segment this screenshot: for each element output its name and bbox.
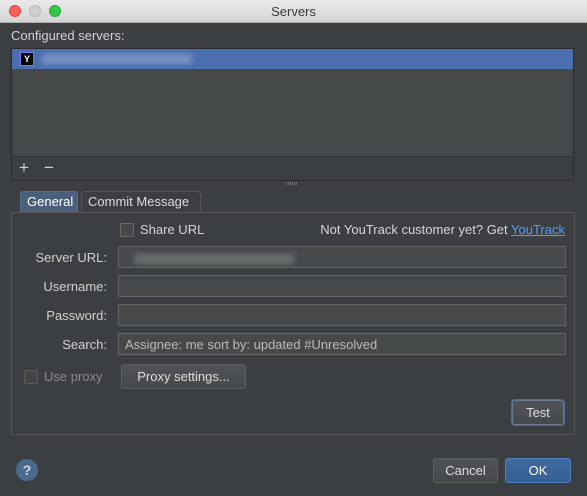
tab-general[interactable]: General: [20, 191, 78, 212]
tab-commit-message[interactable]: Commit Message: [81, 191, 201, 212]
test-button[interactable]: Test: [512, 400, 564, 425]
share-url-label[interactable]: Share URL: [140, 222, 204, 237]
proxy-settings-button[interactable]: Proxy settings...: [121, 364, 246, 389]
server-list-item[interactable]: Y: [12, 49, 573, 69]
remove-server-button[interactable]: −: [40, 158, 58, 178]
list-toolbar: + −: [12, 157, 573, 180]
ok-button[interactable]: OK: [505, 458, 571, 483]
username-input[interactable]: [118, 275, 566, 297]
search-input[interactable]: [118, 333, 566, 355]
cancel-button[interactable]: Cancel: [433, 458, 498, 483]
youtrack-icon: Y: [20, 52, 34, 66]
password-input[interactable]: [118, 304, 566, 326]
not-customer-text: Not YouTrack customer yet? Get YouTrack: [320, 222, 565, 237]
youtrack-link[interactable]: YouTrack: [511, 222, 565, 237]
password-label: Password:: [46, 308, 107, 323]
share-url-checkbox[interactable]: [120, 223, 134, 237]
server-url-label: Server URL:: [35, 250, 107, 265]
add-server-button[interactable]: +: [15, 158, 33, 178]
use-proxy-label[interactable]: Use proxy: [44, 369, 103, 384]
username-label: Username:: [43, 279, 107, 294]
configured-servers-label: Configured servers:: [11, 28, 125, 43]
search-label: Search:: [62, 337, 107, 352]
title-bar: Servers: [0, 0, 587, 23]
server-url-input[interactable]: [118, 246, 566, 268]
help-icon[interactable]: ?: [16, 459, 38, 481]
splitter-handle[interactable]: [286, 182, 300, 186]
not-customer-label: Not YouTrack customer yet? Get: [320, 222, 512, 237]
use-proxy-checkbox[interactable]: [24, 370, 38, 384]
general-tab-panel: Share URL Not YouTrack customer yet? Get…: [11, 212, 575, 435]
servers-list: Y + −: [11, 48, 574, 181]
server-name-redacted: [42, 54, 192, 64]
window-title: Servers: [271, 4, 316, 19]
